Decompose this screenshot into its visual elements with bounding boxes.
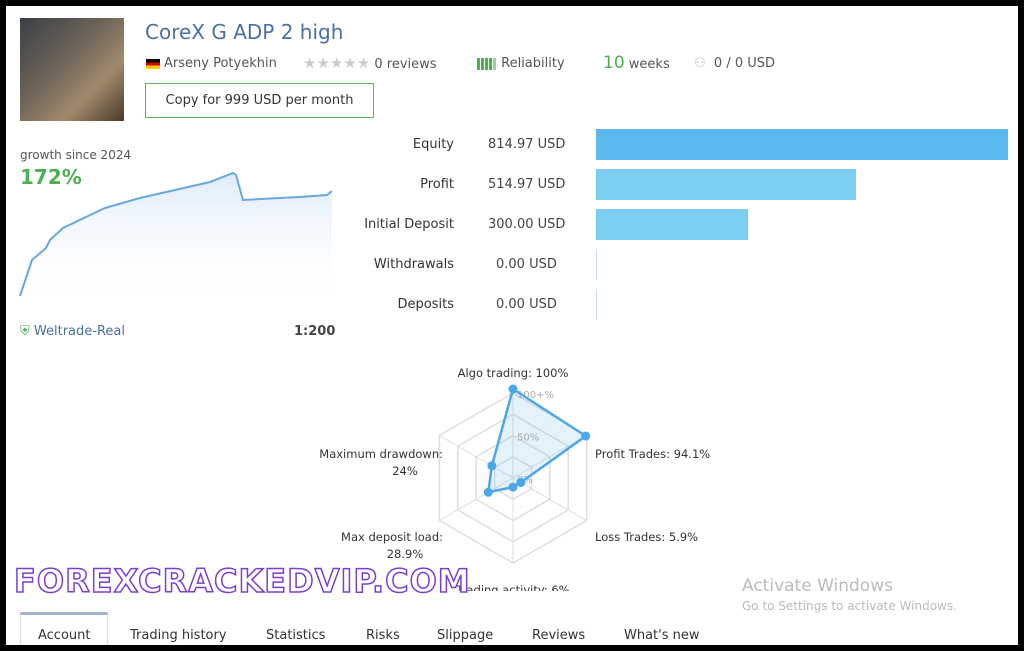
radar-axis-label: Loss Trades: 5.9% <box>595 530 698 544</box>
subscribers-value: 0 / 0 USD <box>713 56 776 71</box>
stat-value: 300.00 USD <box>488 217 566 232</box>
subscribers-icon: ⚇ <box>694 56 706 71</box>
radar-point <box>483 487 493 497</box>
activate-windows-title: Activate Windows <box>742 576 893 596</box>
radar-axis-label: Max deposit load: <box>341 530 443 544</box>
weeks-label: weeks <box>628 57 670 72</box>
reliability-bars-icon <box>477 56 497 71</box>
radar-axis-label: Algo trading: 100% <box>458 366 569 380</box>
stat-label: Withdrawals <box>373 257 454 272</box>
stat-value: 814.97 USD <box>488 137 566 152</box>
tab-slippage[interactable]: Slippage <box>437 628 493 643</box>
radar-point <box>581 431 591 441</box>
tab-reviews[interactable]: Reviews <box>532 628 585 643</box>
subscribers: ⚇ 0 / 0 USD <box>694 56 775 71</box>
tab-statistics[interactable]: Statistics <box>266 628 325 643</box>
growth-chart <box>19 171 333 306</box>
radar-point <box>516 478 526 488</box>
radar-point <box>508 384 518 394</box>
stat-label: Equity <box>412 137 454 152</box>
leverage: 1:200 <box>294 324 336 339</box>
radar-axis-value: 24% <box>392 464 418 478</box>
stat-label: Deposits <box>397 297 454 312</box>
stat-bar <box>596 289 597 320</box>
growth-area <box>20 173 332 306</box>
stat-bar <box>596 129 1008 160</box>
broker-name: Weltrade-Real <box>33 324 125 339</box>
radar-axis-value: 28.9% <box>387 547 424 561</box>
tab-account[interactable]: Account <box>38 628 91 643</box>
weeks: 10 weeks <box>603 53 670 73</box>
reliability: Reliability <box>477 56 565 71</box>
stat-label: Profit <box>420 177 454 192</box>
stat-value: 514.97 USD <box>488 177 566 192</box>
watermark-text: FOREXCRACKEDVIP.COM <box>13 561 471 601</box>
activate-windows-hint: Go to Settings to activate Windows. <box>742 599 957 613</box>
stat-value: 0.00 USD <box>496 297 557 312</box>
stat-bar <box>596 249 597 280</box>
stat-value: 0.00 USD <box>496 257 557 272</box>
radar-area <box>486 387 588 494</box>
tab-risks[interactable]: Risks <box>366 628 400 643</box>
radar-axis-label: Trading activity: 6% <box>455 583 569 591</box>
radar-chart: 100+%50%0%Algo trading: 100%Profit Trade… <box>319 366 710 591</box>
signal-page: CoreX G ADP 2 high Arseny Potyekhin ★★★★… <box>6 6 1018 645</box>
tab-trading-history[interactable]: Trading history <box>130 628 227 643</box>
weeks-number: 10 <box>603 53 625 73</box>
radar-point <box>487 461 497 471</box>
stat-bar <box>596 169 857 200</box>
radar-axis-label: Maximum drawdown: <box>319 447 443 461</box>
tab-what-s-new[interactable]: What's new <box>624 628 700 643</box>
stat-bar <box>596 209 748 240</box>
stat-label: Initial Deposit <box>364 217 454 232</box>
shield-check-icon: ⛨ <box>20 324 30 339</box>
broker-server-link[interactable]: ⛨ Weltrade-Real <box>20 324 125 339</box>
reviews-count: 0 reviews <box>374 57 437 72</box>
radar-axis-label: Profit Trades: 94.1% <box>595 447 710 461</box>
radar-point <box>508 482 518 492</box>
reliability-label: Reliability <box>501 56 565 71</box>
